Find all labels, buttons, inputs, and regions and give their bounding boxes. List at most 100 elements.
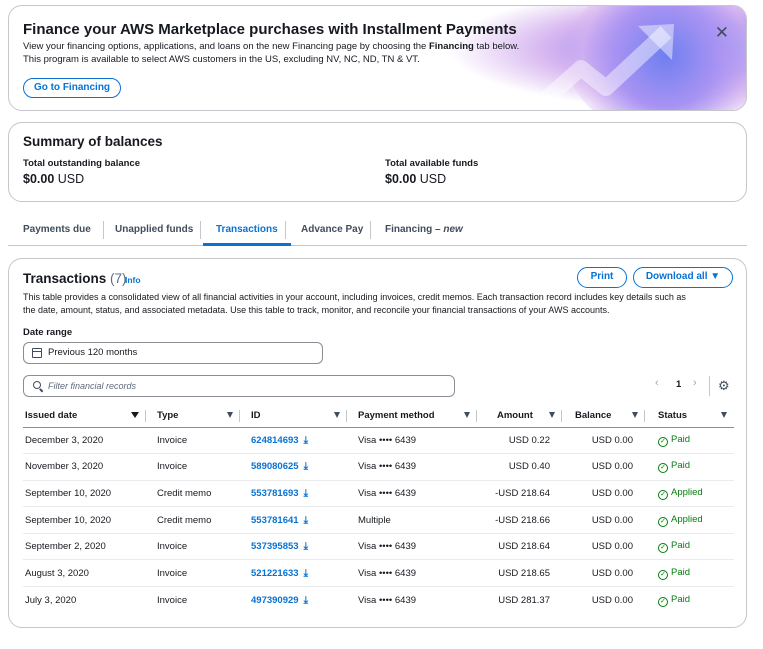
type: Invoice: [146, 427, 240, 455]
calendar-icon: [32, 348, 42, 358]
transaction-id-link[interactable]: 537395853 ⤓: [240, 533, 347, 561]
table-row: December 3, 2020 Invoice 624814693 ⤓ Visa ••…: [23, 427, 734, 455]
transaction-id-link[interactable]: 521221633 ⤓: [240, 559, 347, 588]
issued-date: December 3, 2020: [23, 427, 146, 455]
amount: USD 0.22: [477, 427, 562, 455]
download-all-button[interactable]: Download all ▼: [633, 267, 733, 288]
col-id[interactable]: ID: [240, 405, 347, 428]
transaction-id-link[interactable]: 497390929 ⤓: [240, 587, 347, 614]
amount: USD 218.65: [477, 559, 562, 588]
balance: USD 0.00: [562, 559, 645, 588]
page-number[interactable]: 1: [676, 379, 681, 390]
caret-down-icon: ▼: [710, 271, 721, 282]
chevron-left-icon[interactable]: ‹: [655, 377, 659, 389]
check-circle-icon: ✓: [658, 596, 668, 607]
check-circle-icon: ✓: [658, 569, 668, 580]
billing-tabs: Payments due Unapplied funds Transaction…: [8, 218, 747, 246]
balance: USD 0.00: [591, 594, 633, 606]
available-label: Total available funds: [385, 158, 479, 169]
table-row: November 3, 2020 Invoice 589080625 ⤓ Visa ••…: [23, 453, 734, 481]
status-badge: ✓ Applied: [645, 506, 734, 534]
date-range-picker[interactable]: Previous 120 months: [23, 342, 323, 364]
sort-icon: [464, 412, 470, 418]
sort-icon: [549, 412, 555, 418]
col-amount[interactable]: Amount: [477, 405, 562, 428]
payment-method: Visa •••• 6439: [347, 533, 477, 561]
transaction-id-link[interactable]: 553781641 ⤓: [240, 506, 347, 534]
issued-date: September 10, 2020: [23, 480, 146, 508]
issued-date: August 3, 2020: [23, 559, 146, 588]
check-circle-icon: ✓: [658, 516, 668, 527]
search-input[interactable]: Filter financial records: [23, 375, 455, 397]
table-row: July 3, 2020 Invoice 497390929 ⤓ Visa •••• 6…: [23, 587, 734, 614]
col-payment-method[interactable]: Payment method: [347, 405, 477, 428]
transaction-id-link[interactable]: 624814693 ⤓: [240, 427, 347, 455]
sort-icon: [334, 412, 340, 418]
gear-icon[interactable]: ⚙: [718, 378, 730, 394]
new-label: new: [443, 224, 463, 235]
print-button[interactable]: Print: [577, 267, 627, 288]
balance: USD 0.00: [562, 533, 645, 561]
col-status[interactable]: Status: [645, 405, 734, 428]
type: Invoice: [146, 453, 240, 481]
type: Invoice: [146, 533, 240, 561]
close-icon[interactable]: ✕: [715, 23, 729, 43]
transactions-title: Transactions (7): [23, 271, 127, 286]
amount: USD 0.40: [477, 453, 562, 481]
amount: USD 281.37: [498, 594, 550, 606]
issued-date: November 3, 2020: [23, 453, 146, 481]
transaction-id-link[interactable]: 553781693 ⤓: [240, 480, 347, 508]
download-icon[interactable]: ⤓: [304, 541, 308, 552]
balance: USD 0.00: [562, 453, 645, 481]
balance: USD 0.00: [562, 506, 645, 534]
sort-desc-icon: [131, 412, 139, 418]
balance: USD 0.00: [562, 427, 645, 455]
tab-unapplied-funds[interactable]: Unapplied funds: [102, 218, 206, 246]
sort-icon: [632, 412, 638, 418]
payment-method: Visa •••• 6439: [347, 453, 477, 481]
sort-icon: [721, 412, 727, 418]
status-badge: ✓ Paid: [645, 453, 734, 481]
tab-advance-pay[interactable]: Advance Pay: [288, 218, 376, 246]
table-header-row: Issued date Type ID Payment method Amoun…: [23, 405, 734, 428]
table-row: August 3, 2020 Invoice 521221633 ⤓ Visa ••••…: [23, 559, 734, 588]
summary-title: Summary of balances: [23, 134, 163, 149]
amount: -USD 218.64: [477, 480, 562, 508]
check-circle-icon: ✓: [658, 463, 668, 474]
payment-method: Visa •••• 6439: [358, 594, 417, 606]
col-balance[interactable]: Balance: [562, 405, 645, 428]
check-circle-icon: ✓: [658, 543, 668, 554]
banner-description: View your financing options, application…: [23, 41, 520, 52]
download-icon[interactable]: ⤓: [304, 435, 308, 446]
download-icon[interactable]: ⤓: [304, 568, 308, 579]
go-to-financing-button[interactable]: Go to Financing: [23, 78, 121, 98]
tab-payments-due[interactable]: Payments due: [10, 218, 104, 246]
status-badge: ✓ Paid: [645, 427, 734, 455]
amount: USD 218.64: [477, 533, 562, 561]
download-icon[interactable]: ⤓: [304, 515, 308, 526]
payment-method: Visa •••• 6439: [347, 427, 477, 455]
transactions-description-2: the date, amount, status, and associated…: [23, 305, 610, 315]
type: Credit memo: [146, 506, 240, 534]
outstanding-label: Total outstanding balance: [23, 158, 140, 169]
download-icon[interactable]: ⤓: [304, 461, 308, 472]
transaction-id-link[interactable]: 589080625 ⤓: [240, 453, 347, 481]
issued-date: September 2, 2020: [23, 533, 146, 561]
download-icon[interactable]: ⤓: [304, 488, 308, 499]
tab-transactions[interactable]: Transactions: [203, 218, 291, 246]
chevron-right-icon[interactable]: ›: [693, 377, 697, 389]
banner-title: Finance your AWS Marketplace purchases w…: [23, 21, 517, 38]
check-circle-icon: ✓: [658, 436, 668, 447]
info-link[interactable]: Info: [125, 275, 141, 285]
table-row: September 2, 2020 Invoice 537395853 ⤓ Visa •…: [23, 533, 734, 561]
tab-financing[interactable]: Financing – new: [372, 218, 476, 246]
outstanding-value: $0.00 USD: [23, 172, 85, 186]
status-badge: ✓ Applied: [645, 480, 734, 508]
col-type[interactable]: Type: [146, 405, 240, 428]
financing-banner: Finance your AWS Marketplace purchases w…: [8, 5, 747, 111]
available-value: $0.00 USD: [385, 172, 447, 186]
download-icon[interactable]: ⤓: [304, 595, 308, 606]
col-issued-date[interactable]: Issued date: [23, 405, 146, 428]
transactions-table: Issued date Type ID Payment method Amoun…: [23, 405, 734, 613]
type: Invoice: [157, 594, 188, 606]
